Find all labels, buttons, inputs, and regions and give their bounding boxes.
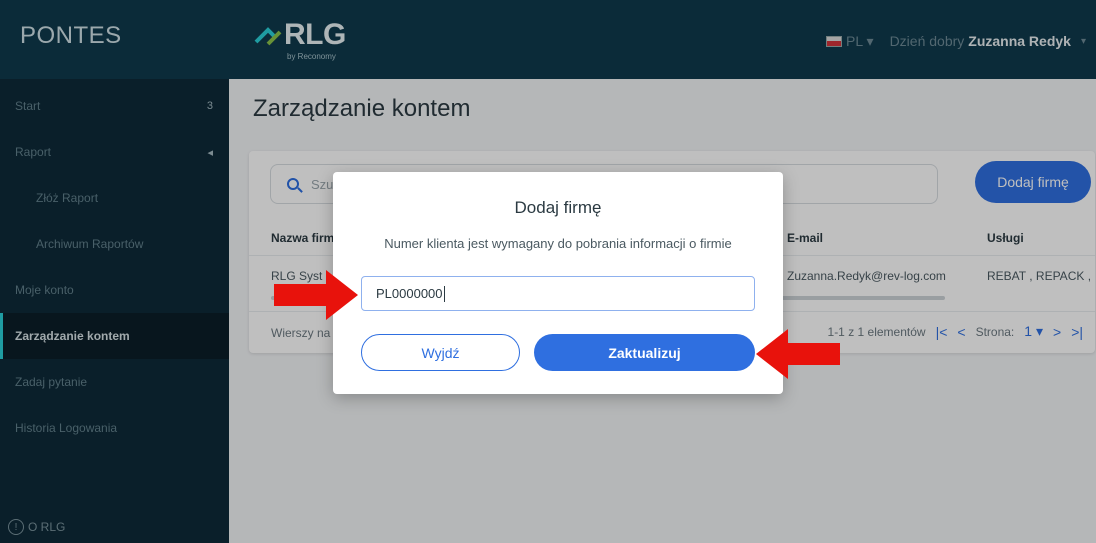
add-company-modal: Dodaj firmę Numer klienta jest wymagany … xyxy=(333,172,783,394)
modal-title: Dodaj firmę xyxy=(514,198,602,217)
update-button[interactable]: Zaktualizuj xyxy=(534,334,755,371)
arrow-right-annotation xyxy=(274,270,358,320)
modal-subtitle: Numer klienta jest wymagany do pobrania … xyxy=(384,236,732,251)
client-number-value: PL0000000 xyxy=(376,286,443,301)
client-number-input[interactable]: PL0000000 xyxy=(361,276,755,311)
arrow-left-annotation xyxy=(756,329,840,379)
exit-button[interactable]: Wyjdź xyxy=(361,334,520,371)
text-cursor xyxy=(443,285,445,302)
